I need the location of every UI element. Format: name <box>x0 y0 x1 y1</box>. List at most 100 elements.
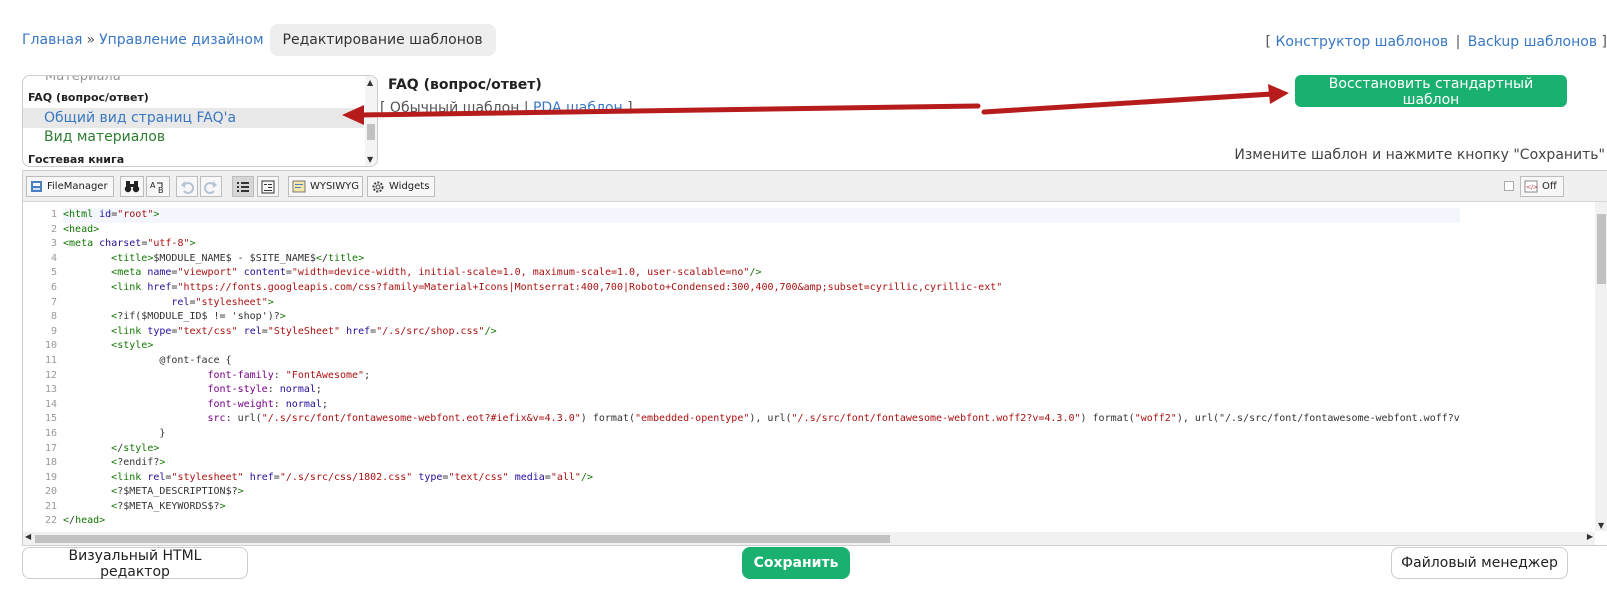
top-links: [ Конструктор шаблонов | Backup шаблонов… <box>1266 34 1607 50</box>
code-line[interactable]: rel="stylesheet"> <box>63 296 1460 311</box>
line-number: 20 <box>44 486 57 498</box>
indent-icon <box>261 180 275 193</box>
redo-icon <box>204 180 217 194</box>
code-line[interactable]: font-style: normal; <box>63 383 1460 398</box>
code-line[interactable]: <?endif?> <box>63 456 1460 471</box>
line-number: 14 <box>44 398 57 410</box>
code-line[interactable]: <link href="https://fonts.googleapis.com… <box>63 281 1460 296</box>
line-number: 11 <box>44 354 57 366</box>
arrow-line-right <box>981 91 1275 115</box>
code-line[interactable]: <head> <box>63 223 1460 238</box>
editor-hscroll-thumb[interactable] <box>35 535 890 543</box>
breadcrumb-design-link[interactable]: Управление дизайном <box>99 32 263 48</box>
bracket-close: ] <box>627 100 633 116</box>
code-line[interactable]: src: url("/.s/src/font/fontawesome-webfo… <box>63 412 1460 427</box>
replace-button[interactable]: AB <box>146 176 170 197</box>
list-group-guestbook: Гостевая книга <box>28 153 125 166</box>
redo-button[interactable] <box>200 176 222 197</box>
normal-template-label: Обычный шаблон <box>389 100 520 116</box>
scroll-right-icon[interactable]: ▶ <box>1587 532 1593 541</box>
link-divider: | <box>1455 34 1461 50</box>
template-list[interactable]: Материала FAQ (вопрос/ответ) Общий вид с… <box>22 75 378 167</box>
code-area[interactable]: 1 2 3 4 5 6 7 8 9 10 11 12 13 14 15 16 17 18 19 20 21 22 <htm… <box>23 202 1595 531</box>
line-number: 8 <box>50 311 57 323</box>
code-editor[interactable]: FileManager AB WYSIWYG Widgets </> Off 1… <box>22 170 1607 546</box>
scroll-down-icon[interactable]: ▼ <box>367 155 373 164</box>
widgets-label: Widgets <box>389 181 430 192</box>
code-line[interactable]: <meta charset="utf-8"> <box>63 237 1460 252</box>
editor-horizontal-scrollbar[interactable]: ◀ ▶ <box>23 532 1595 545</box>
file-manager-bottom-button[interactable]: Файловый менеджер <box>1391 547 1568 579</box>
off-checkbox[interactable] <box>1504 181 1514 191</box>
line-number: 12 <box>44 369 57 381</box>
line-number: 17 <box>44 442 57 454</box>
code-line[interactable]: font-weight: normal; <box>63 398 1460 413</box>
line-number-gutter: 1 2 3 4 5 6 7 8 9 10 11 12 13 14 15 16 17 18 19 20 21 22 <box>23 208 57 529</box>
code-line[interactable]: </style> <box>63 442 1460 457</box>
code-icon: </> <box>1524 180 1538 193</box>
code-line[interactable]: font-family: "FontAwesome"; <box>63 369 1460 384</box>
list-item-faded[interactable]: Материала <box>45 76 363 84</box>
pda-template-link[interactable]: PDA шаблон <box>533 100 623 116</box>
code-content[interactable]: <html id="root"> <head> <meta charset="utf… <box>63 208 1460 529</box>
editor-vertical-scrollbar[interactable]: ▼ <box>1595 202 1607 531</box>
wysiwyg-label: WYSIWYG <box>309 181 359 192</box>
gear-icon <box>372 181 384 192</box>
wysiwyg-icon <box>292 180 306 193</box>
line-numbers-toggle[interactable] <box>232 176 254 197</box>
off-toggle-button[interactable]: </> Off <box>1520 176 1564 197</box>
line-number: 15 <box>44 413 57 425</box>
breadcrumb-home-link[interactable]: Главная <box>22 32 82 48</box>
line-numbers-icon <box>237 181 249 192</box>
template-title: FAQ (вопрос/ответ) <box>388 77 542 93</box>
off-label: Off <box>1542 181 1557 192</box>
code-line[interactable]: <?$META_KEYWORDS$?> <box>63 500 1460 515</box>
code-line[interactable]: <link type="text/css" rel="StyleSheet" h… <box>63 325 1460 340</box>
code-line[interactable]: <title>$MODULE_NAME$ - $SITE_NAME$</titl… <box>63 252 1460 267</box>
undo-button[interactable] <box>176 176 198 197</box>
scroll-down-icon[interactable]: ▼ <box>1598 521 1604 530</box>
bracket-close: ] <box>1601 34 1607 50</box>
code-line[interactable]: <?$META_DESCRIPTION$?> <box>63 485 1460 500</box>
save-hint: Измените шаблон и нажмите кнопку "Сохран… <box>1234 147 1605 163</box>
list-item-selected[interactable]: Общий вид страниц FAQ'а <box>23 108 363 128</box>
backup-templates-link[interactable]: Backup шаблонов <box>1468 34 1597 50</box>
editor-vscroll-thumb[interactable] <box>1597 214 1606 284</box>
line-number: 18 <box>44 457 57 469</box>
template-constructor-link[interactable]: Конструктор шаблонов <box>1275 34 1448 50</box>
list-item-materials[interactable]: Вид материалов <box>23 129 363 145</box>
scroll-thumb[interactable] <box>367 124 375 140</box>
line-number: 13 <box>44 384 57 396</box>
save-button[interactable]: Сохранить <box>742 547 850 579</box>
list-scrollbar[interactable]: ▲ ▼ <box>365 76 377 166</box>
line-number: 6 <box>50 281 57 293</box>
svg-text:B: B <box>158 186 164 194</box>
visual-html-editor-button[interactable]: Визуальный HTML редактор <box>22 547 248 580</box>
line-number: 3 <box>50 238 57 250</box>
arrowhead-right-icon <box>1268 84 1289 104</box>
scroll-up-icon[interactable]: ▲ <box>367 78 373 87</box>
code-line[interactable]: <meta name="viewport" content="width=dev… <box>63 266 1460 281</box>
line-number: 22 <box>44 515 57 527</box>
indent-button[interactable] <box>257 176 279 197</box>
code-line[interactable]: </head> <box>63 514 1460 529</box>
line-number: 1 <box>50 209 57 220</box>
widgets-button[interactable]: Widgets <box>367 176 435 197</box>
scroll-left-icon[interactable]: ◀ <box>25 532 31 541</box>
code-line[interactable]: <html id="root"> <box>63 208 1460 223</box>
restore-default-template-button[interactable]: Восстановить стандартный шаблон <box>1295 75 1567 108</box>
code-line[interactable]: <style> <box>63 339 1460 354</box>
code-line[interactable]: @font-face { <box>63 354 1460 369</box>
template-variants: [ Обычный шаблон | PDA шаблон ] <box>380 100 633 116</box>
line-number: 19 <box>44 471 57 483</box>
code-line[interactable]: } <box>63 427 1460 442</box>
file-manager-button[interactable]: FileManager <box>26 176 114 197</box>
wysiwyg-button[interactable]: WYSIWYG <box>288 176 363 197</box>
binoculars-icon <box>124 181 140 193</box>
line-number: 5 <box>50 267 57 279</box>
breadcrumb-current: Редактирование шаблонов <box>269 24 496 56</box>
code-line[interactable]: <link rel="stylesheet" href="/.s/src/css… <box>63 471 1460 486</box>
find-button[interactable] <box>120 176 144 197</box>
code-line[interactable]: <?if($MODULE_ID$ != 'shop')?> <box>63 310 1460 325</box>
variant-divider: | <box>523 100 529 116</box>
